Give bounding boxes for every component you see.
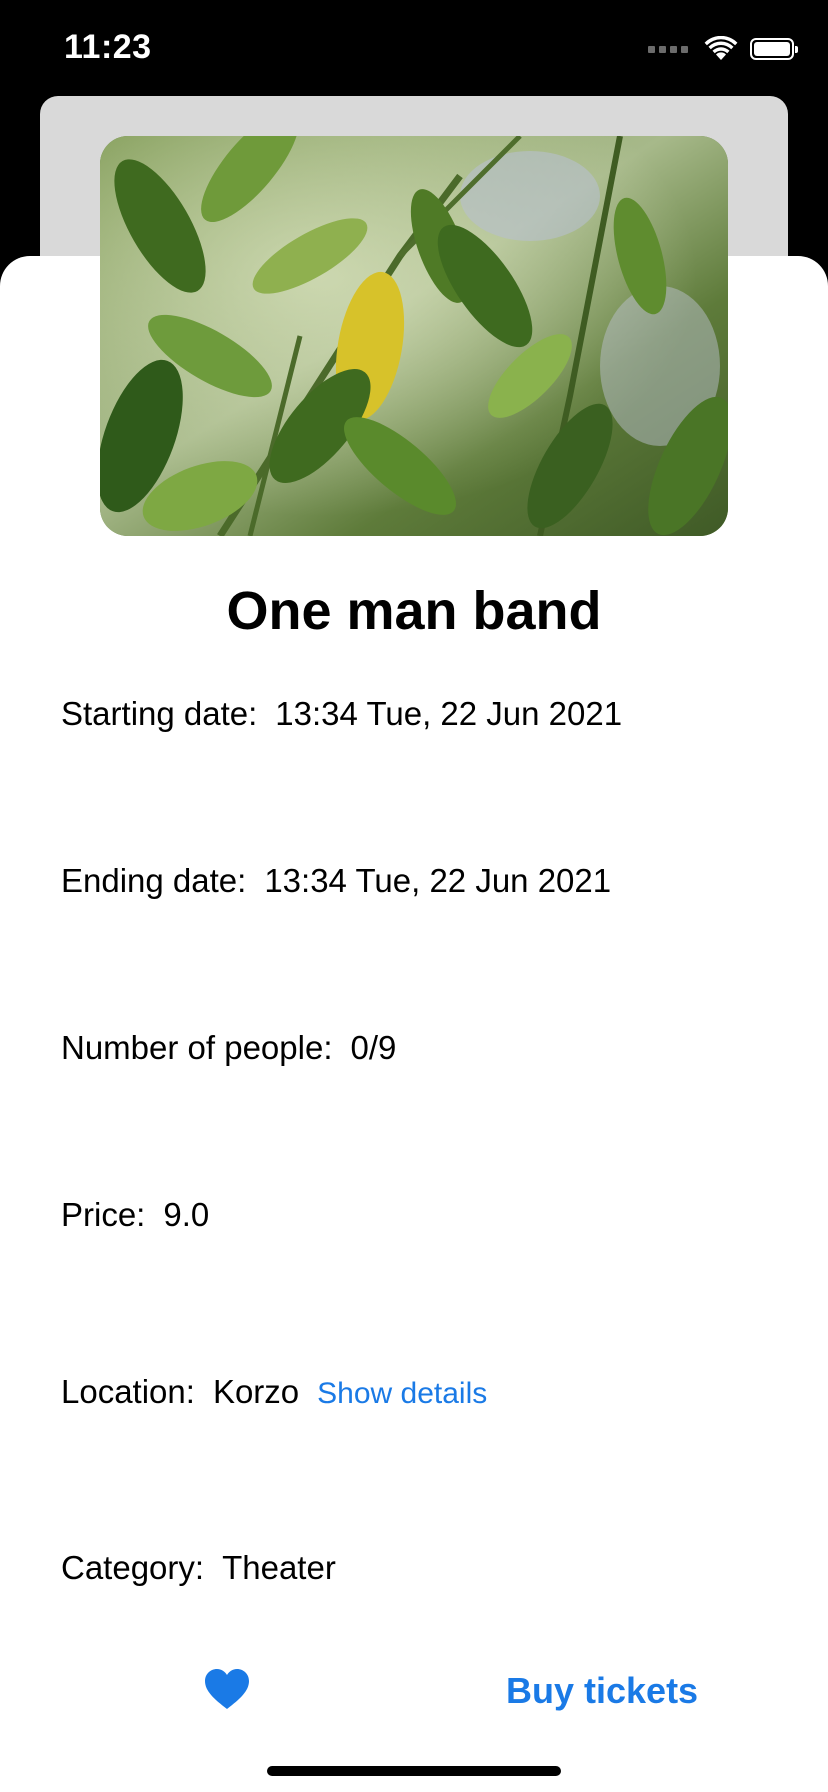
- battery-icon: [750, 38, 798, 60]
- heart-icon: [205, 1669, 249, 1709]
- category-value: Theater: [222, 1549, 336, 1586]
- screen: 11:23 One man band Starting date: 13:34 …: [0, 0, 828, 1792]
- cellular-signal-icon: [648, 45, 688, 53]
- starting-date-row: Starting date: 13:34 Tue, 22 Jun 2021: [61, 695, 622, 733]
- show-details-link[interactable]: Show details: [317, 1377, 487, 1411]
- ending-date-value: 13:34 Tue, 22 Jun 2021: [264, 862, 612, 899]
- home-indicator: [267, 1766, 561, 1776]
- ending-date-row: Ending date: 13:34 Tue, 22 Jun 2021: [61, 862, 611, 900]
- ending-date-label: Ending date:: [61, 862, 247, 899]
- status-bar: 11:23: [0, 0, 828, 96]
- buy-tickets-button[interactable]: Buy tickets: [506, 1670, 698, 1712]
- wifi-icon: [704, 36, 738, 60]
- category-label: Category:: [61, 1549, 205, 1586]
- number-of-people-label: Number of people:: [61, 1029, 333, 1066]
- price-label: Price:: [61, 1196, 146, 1233]
- location-row: Location: Korzo Show details: [61, 1373, 487, 1411]
- price-row: Price: 9.0: [61, 1196, 209, 1234]
- price-value: 9.0: [163, 1196, 210, 1233]
- status-indicators: [648, 36, 798, 62]
- location-label: Location:: [61, 1373, 195, 1410]
- number-of-people-row: Number of people: 0/9: [61, 1029, 396, 1067]
- event-title: One man band: [226, 581, 602, 641]
- starting-date-value: 13:34 Tue, 22 Jun 2021: [275, 695, 623, 732]
- starting-date-label: Starting date:: [61, 695, 258, 732]
- favorite-button[interactable]: [204, 1668, 250, 1710]
- category-row: Category: Theater: [61, 1549, 336, 1587]
- location-value: Korzo: [212, 1373, 300, 1410]
- status-time: 11:23: [64, 28, 152, 66]
- event-image: [100, 136, 728, 536]
- number-of-people-value: 0/9: [350, 1029, 397, 1066]
